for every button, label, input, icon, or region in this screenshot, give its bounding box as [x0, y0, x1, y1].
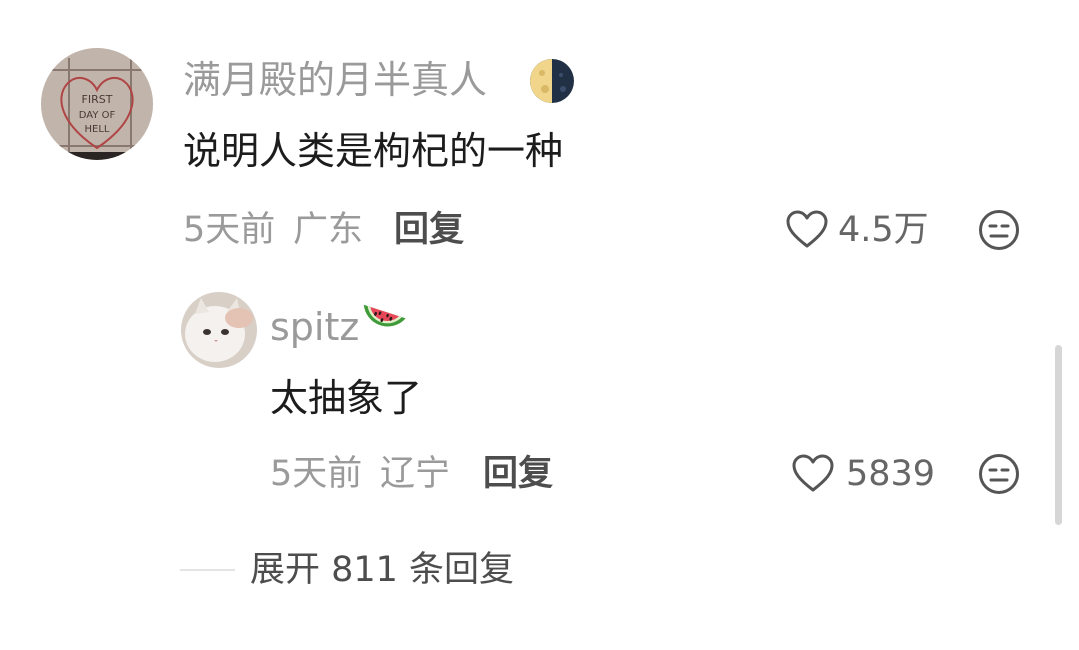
meh-face-icon [979, 454, 1019, 494]
comment-username[interactable]: 满月殿的月半真人 [183, 57, 487, 103]
expand-replies-button[interactable]: 展开 811 条回复 [250, 548, 514, 592]
svg-text:FIRST: FIRST [82, 93, 113, 106]
comment-text: 说明人类是枸杞的一种 [183, 129, 564, 173]
reply-reply-button[interactable]: 回复 [483, 452, 553, 496]
like-button[interactable] [784, 208, 830, 252]
svg-text:HELL: HELL [85, 124, 110, 135]
reply-text: 太抽象了 [270, 376, 423, 420]
reply-avatar[interactable] [181, 292, 257, 368]
reply-button[interactable]: 回复 [394, 208, 464, 252]
reply-like-button[interactable] [790, 452, 836, 496]
heart-outline-icon [792, 454, 834, 492]
half-moon-icon [528, 57, 576, 105]
svg-text:DAY OF: DAY OF [79, 110, 116, 121]
comment-location: 广东 [293, 210, 364, 250]
avatar-image [181, 292, 257, 368]
reply-location: 辽宁 [380, 454, 451, 494]
reply-dislike-button[interactable] [977, 452, 1021, 496]
expand-divider [180, 569, 235, 571]
avatar-image: FIRST DAY OF HELL [41, 48, 153, 160]
reply-like-count: 5839 [846, 454, 936, 494]
comment-time: 5天前 [183, 210, 276, 250]
scrollbar[interactable] [1055, 345, 1062, 525]
dislike-button[interactable] [977, 208, 1021, 252]
meh-face-icon [979, 210, 1019, 250]
avatar[interactable]: FIRST DAY OF HELL [41, 48, 153, 160]
reply-username[interactable]: spitz [270, 304, 359, 350]
reply-time: 5天前 [270, 454, 363, 494]
watermelon-icon [355, 303, 407, 347]
heart-outline-icon [786, 210, 828, 248]
like-count: 4.5万 [838, 210, 929, 250]
